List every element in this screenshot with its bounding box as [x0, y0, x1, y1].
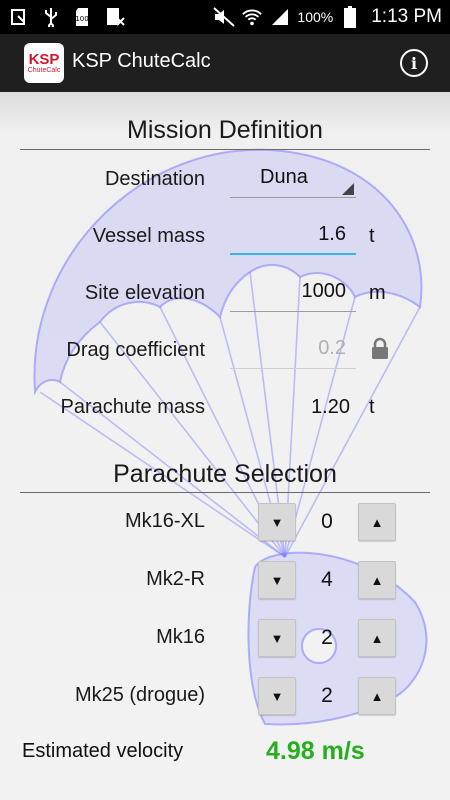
increment-button[interactable]: ▲	[358, 561, 396, 599]
spinner-arrow-icon	[342, 183, 354, 195]
site-elevation-unit: m	[369, 282, 386, 304]
field-underline	[230, 253, 356, 255]
drag-coefficient-value: 0.2	[318, 337, 346, 359]
site-elevation-label: Site elevation	[84, 282, 205, 304]
logo-text-primary: KSP	[28, 50, 60, 68]
wifi-icon	[241, 6, 263, 28]
spinner-underline	[230, 197, 356, 198]
battery-percent: 100%	[297, 9, 334, 25]
usb-icon	[40, 6, 62, 28]
parachute-mass-unit: t	[369, 396, 375, 418]
parachute-count: 2	[321, 684, 333, 707]
info-icon[interactable]: i	[400, 49, 428, 77]
increment-button[interactable]: ▲	[358, 677, 396, 715]
download-notification-icon	[8, 6, 30, 28]
estimated-velocity-label: Estimated velocity	[22, 740, 184, 762]
drag-coefficient-input: 0.2	[230, 333, 356, 369]
site-elevation-value: 1000	[301, 280, 347, 302]
vessel-mass-value: 1.6	[318, 223, 346, 245]
parachute-mass-value: 1.20	[311, 396, 350, 418]
increment-button[interactable]: ▲	[358, 503, 396, 541]
app-logo: KSP ChuteCalc	[24, 43, 64, 83]
site-elevation-input[interactable]: 1000	[230, 276, 356, 312]
signal-icon	[269, 6, 291, 28]
app-title: KSP ChuteCalc	[72, 50, 211, 72]
selection-divider	[20, 492, 430, 493]
mission-section-title: Mission Definition	[127, 116, 323, 144]
parachute-label-mk25: Mk25 (drogue)	[74, 684, 205, 706]
status-bar: 100 100% 1:13 PM	[0, 0, 450, 34]
field-underline	[230, 311, 356, 312]
action-bar: KSP ChuteCalc KSP ChuteCalc i	[0, 34, 450, 92]
battery-icon	[339, 6, 361, 28]
increment-button[interactable]: ▲	[358, 619, 396, 657]
parachute-count: 4	[321, 568, 333, 591]
vessel-mass-label: Vessel mass	[92, 225, 205, 247]
storage-error-icon	[104, 6, 126, 28]
vessel-mass-unit: t	[369, 225, 375, 247]
logo-text-secondary: ChuteCalc	[27, 66, 61, 74]
sd-card-icon: 100	[72, 6, 94, 28]
decrement-button[interactable]: ▼	[258, 677, 296, 715]
parachute-count: 0	[321, 510, 333, 533]
mission-divider	[20, 149, 430, 150]
parachute-mass-label: Parachute mass	[60, 396, 205, 418]
parachute-label-mk16-xl: Mk16-XL	[124, 510, 205, 532]
destination-value: Duna	[260, 166, 308, 188]
mute-icon	[213, 6, 236, 28]
estimated-velocity-value: 4.98 m/s	[266, 737, 365, 765]
vessel-mass-input[interactable]: 1.6	[230, 219, 356, 255]
selection-section-title: Parachute Selection	[113, 460, 337, 488]
decrement-button[interactable]: ▼	[258, 561, 296, 599]
destination-spinner[interactable]: Duna	[230, 162, 356, 198]
parachute-count: 2	[321, 626, 333, 649]
status-time: 1:13 PM	[371, 6, 442, 27]
lock-icon[interactable]	[370, 337, 390, 361]
parachute-label-mk2-r: Mk2-R	[146, 568, 205, 590]
field-underline	[230, 368, 356, 369]
destination-label: Destination	[104, 168, 205, 190]
decrement-button[interactable]: ▼	[258, 503, 296, 541]
svg-text:100: 100	[75, 15, 88, 23]
main-content: Mission Definition Destination Duna Vess…	[0, 92, 450, 800]
decrement-button[interactable]: ▼	[258, 619, 296, 657]
parachute-label-mk16: Mk16	[156, 626, 205, 648]
drag-coefficient-label: Drag coefficient	[66, 339, 205, 361]
